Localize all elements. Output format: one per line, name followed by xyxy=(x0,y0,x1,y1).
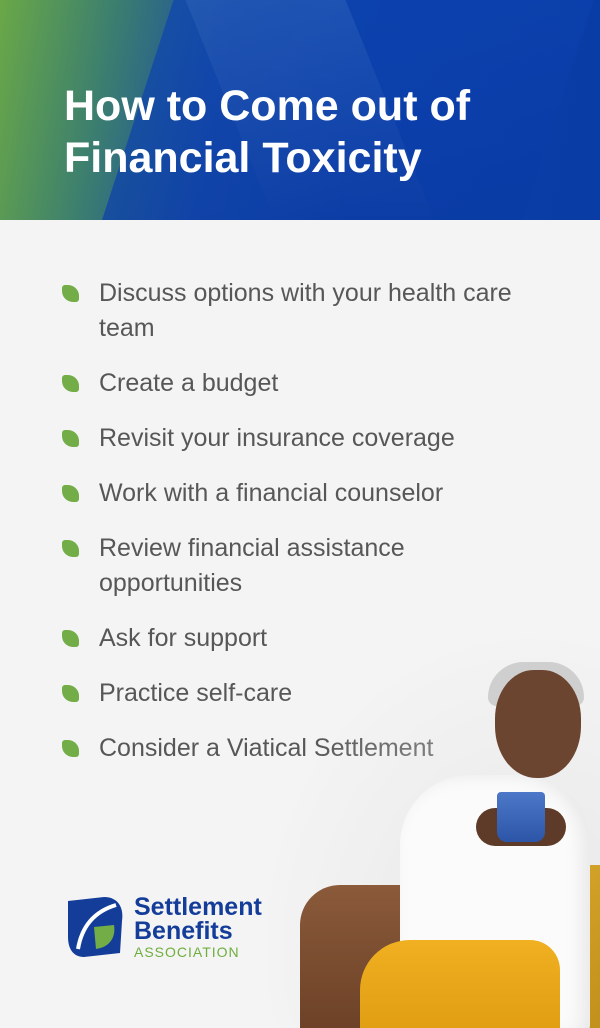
list-item: Discuss options with your health care te… xyxy=(62,276,542,346)
logo-wordmark: Settlement Benefits ASSOCIATION xyxy=(134,895,262,961)
list-item: Review financial assistance opportunitie… xyxy=(62,531,542,601)
list-item: Revisit your insurance coverage xyxy=(62,421,542,456)
leaf-icon xyxy=(62,540,79,557)
list-item-label: Ask for support xyxy=(99,624,268,652)
logo-line-2: Benefits xyxy=(134,917,233,945)
leaf-icon xyxy=(62,685,79,702)
list-item-label: Work with a financial counselor xyxy=(99,479,444,507)
logo-subtitle: ASSOCIATION xyxy=(134,944,240,960)
list-item: Work with a financial counselor xyxy=(62,476,542,511)
leaf-icon xyxy=(62,630,79,647)
list-item-label: Revisit your insurance coverage xyxy=(99,424,455,452)
leaf-icon xyxy=(62,430,79,447)
list-item-label: Review financial assistance opportunitie… xyxy=(99,534,405,597)
list-item-label: Create a budget xyxy=(99,369,279,397)
header-banner: How to Come out of Financial Toxicity xyxy=(0,0,600,220)
pants xyxy=(360,940,560,1028)
list-item-label: Discuss options with your health care te… xyxy=(99,279,512,342)
leaf-icon xyxy=(62,740,79,757)
logo: Settlement Benefits ASSOCIATION xyxy=(64,895,262,961)
woman-with-mug-photo xyxy=(250,620,600,1028)
leaf-icon xyxy=(62,375,79,392)
mug xyxy=(497,792,545,842)
page-title: How to Come out of Financial Toxicity xyxy=(64,82,471,182)
face xyxy=(495,670,581,778)
leaf-icon xyxy=(62,485,79,502)
list-item: Create a budget xyxy=(62,366,542,401)
leaf-icon xyxy=(62,285,79,302)
logo-line-1: Settlement xyxy=(134,893,262,921)
leaf-logo-icon xyxy=(68,897,123,957)
